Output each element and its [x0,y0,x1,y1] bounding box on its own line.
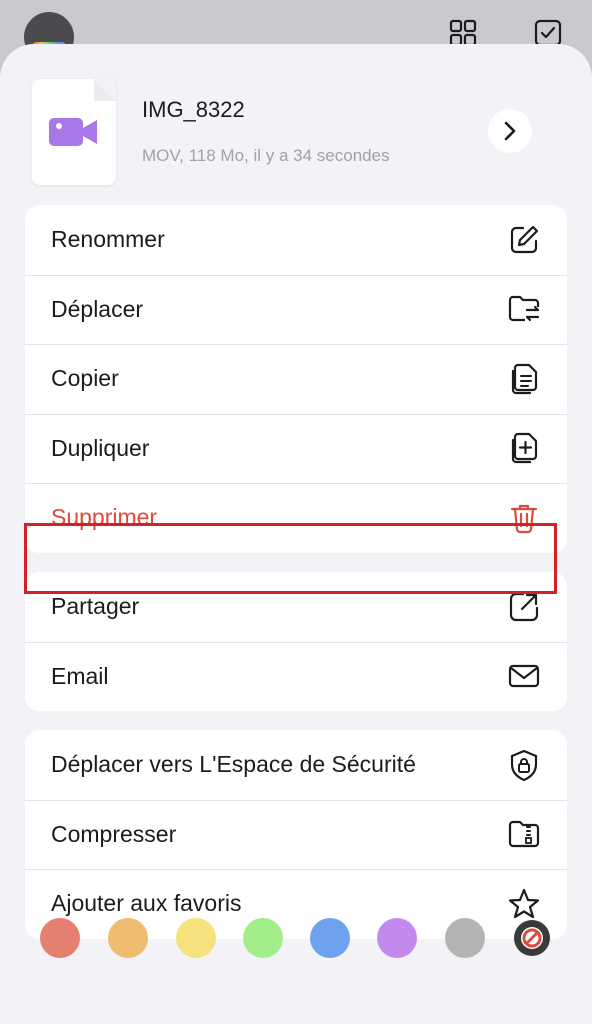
move-action[interactable]: Déplacer [25,274,567,345]
color-tag-red[interactable] [40,918,80,958]
compress-label: Compresser [51,820,177,847]
move-folder-icon [508,296,540,322]
duplicate-label: Dupliquer [51,434,150,461]
video-icon [49,118,97,146]
file-details-button[interactable] [488,109,532,153]
file-name: IMG_8322 [142,97,245,122]
copy-icon [511,363,538,394]
color-tag-blue[interactable] [310,918,350,958]
chevron-right-icon [504,121,516,141]
copy-action[interactable]: Copier [25,344,567,414]
file-thumbnail [32,79,116,185]
copy-label: Copier [51,365,119,392]
color-tag-green[interactable] [243,918,283,958]
secure-space-label: Déplacer vers L'Espace de Sécurité [51,751,416,778]
mail-icon [508,665,540,688]
color-tag-gray[interactable] [445,918,485,958]
file-header: IMG_8322 MOV, 118 Mo, il y a 34 secondes [0,44,592,204]
no-color-icon[interactable] [512,918,552,958]
rename-label: Renommer [51,226,165,253]
duplicate-action[interactable]: Dupliquer [25,413,567,484]
zip-folder-icon [508,821,540,848]
actions-group-more: Déplacer vers L'Espace de Sécurité Compr… [25,730,567,939]
shield-lock-icon [510,749,538,781]
trash-icon [510,504,538,533]
color-tag-yellow[interactable] [176,918,216,958]
share-icon [509,592,539,621]
actions-group-file: Renommer Déplacer Copier Dupliquer Suppr… [25,205,567,553]
color-tag-purple[interactable] [377,918,417,958]
delete-action[interactable]: Supprimer [25,483,567,553]
star-icon [508,888,540,918]
email-label: Email [51,662,109,689]
email-action[interactable]: Email [25,641,567,712]
share-action[interactable]: Partager [25,572,567,642]
favorites-label: Ajouter aux favoris [51,890,242,917]
compress-action[interactable]: Compresser [25,799,567,870]
color-tag-orange[interactable] [108,918,148,958]
file-meta: MOV, 118 Mo, il y a 34 secondes [142,146,390,165]
secure-space-action[interactable]: Déplacer vers L'Espace de Sécurité [25,730,567,800]
color-tags [0,918,592,960]
move-label: Déplacer [51,295,144,322]
edit-icon [510,225,539,253]
rename-action[interactable]: Renommer [25,205,567,275]
duplicate-icon [511,433,538,464]
share-label: Partager [51,593,140,620]
delete-label: Supprimer [51,504,158,531]
actions-group-share: Partager Email [25,572,567,711]
